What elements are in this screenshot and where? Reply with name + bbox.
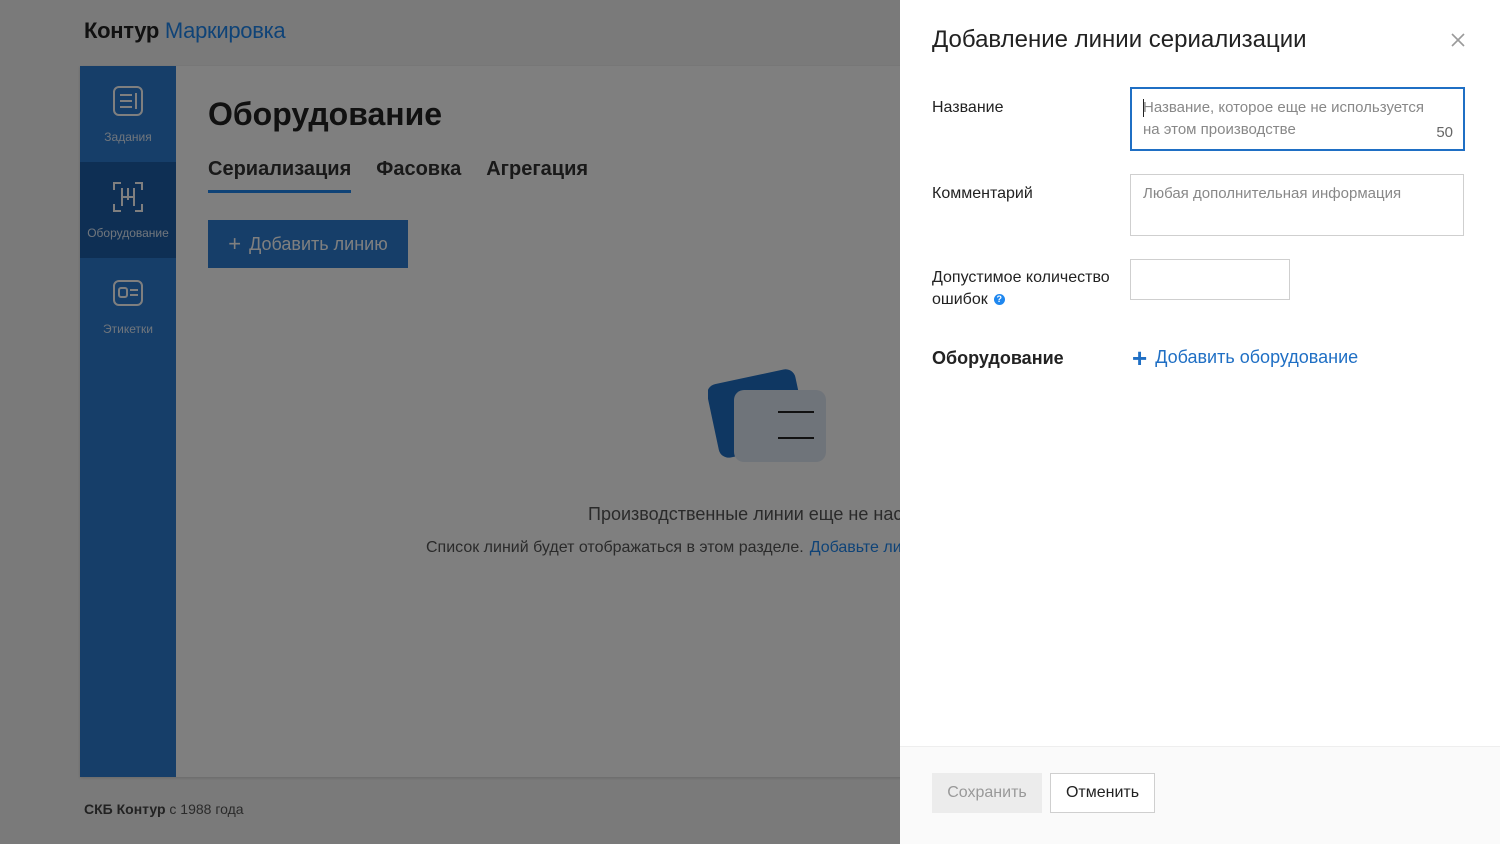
name-char-counter: 50 xyxy=(1436,124,1453,141)
errors-label-text: ошибок xyxy=(932,291,988,308)
equipment-section-title: Оборудование xyxy=(932,348,1064,368)
name-label: Название xyxy=(932,99,1004,116)
name-placeholder-line2: на этом производстве xyxy=(1143,121,1296,138)
errors-count-field[interactable] xyxy=(1130,259,1290,300)
panel-footer: Сохранить Отменить xyxy=(900,746,1500,844)
save-button[interactable]: Сохранить xyxy=(932,773,1042,813)
name-placeholder-line1: Название, которое еще не используется xyxy=(1143,99,1424,116)
add-equipment-label: Добавить оборудование xyxy=(1155,347,1359,367)
name-field[interactable]: Название, которое еще не используется на… xyxy=(1130,87,1465,151)
add-serialization-line-panel: Добавление линии сериализации Название Н… xyxy=(900,0,1500,844)
help-icon[interactable]: ? xyxy=(993,294,1005,306)
comment-field[interactable]: Любая дополнительная информация xyxy=(1130,174,1464,236)
close-icon xyxy=(1451,33,1465,47)
close-button[interactable] xyxy=(1448,30,1468,50)
comment-label: Комментарий xyxy=(932,185,1033,202)
cancel-button[interactable]: Отменить xyxy=(1050,773,1155,813)
panel-title: Добавление линии сериализации xyxy=(932,26,1307,53)
add-equipment-link[interactable]: + Добавить оборудование xyxy=(1132,342,1359,373)
errors-label-line2: ошибок? xyxy=(932,289,1110,311)
plus-icon: + xyxy=(1132,342,1148,373)
comment-placeholder: Любая дополнительная информация xyxy=(1143,185,1402,202)
errors-label-line1: Допустимое количество xyxy=(932,269,1110,286)
errors-label: Допустимое количество ошибок? xyxy=(932,267,1110,311)
